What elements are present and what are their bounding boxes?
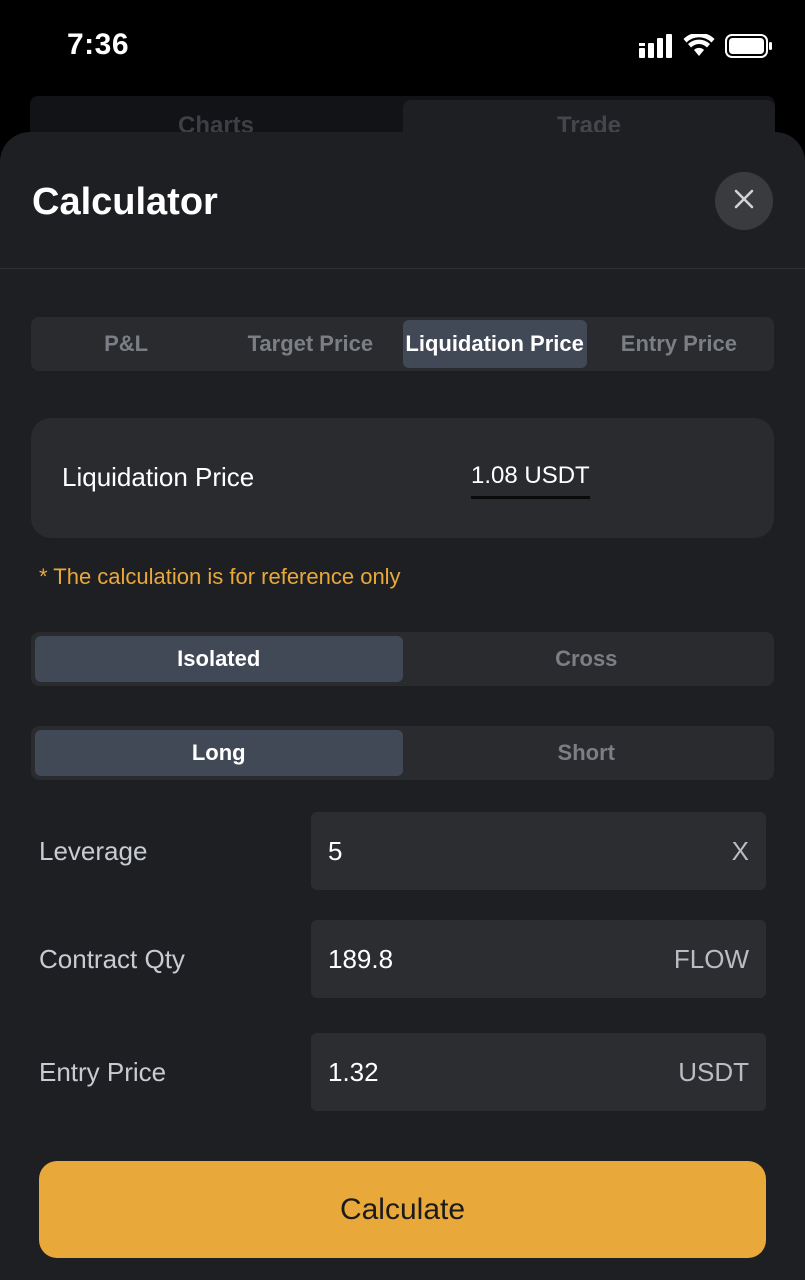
leverage-label: Leverage bbox=[39, 836, 148, 866]
contract-qty-label: Contract Qty bbox=[39, 944, 185, 974]
tab-pnl[interactable]: P&L bbox=[34, 320, 218, 368]
leverage-unit: X bbox=[731, 836, 749, 866]
entry-price-row: Entry Price USDT bbox=[39, 1033, 766, 1111]
leverage-row: Leverage X bbox=[39, 812, 766, 890]
margin-mode-toggle: Isolated Cross bbox=[31, 632, 774, 686]
tab-entry-price[interactable]: Entry Price bbox=[587, 320, 771, 368]
short-button[interactable]: Short bbox=[403, 730, 771, 776]
contract-qty-input[interactable] bbox=[328, 920, 628, 998]
calculator-mode-tabs: P&L Target Price Liquidation Price Entry… bbox=[31, 317, 774, 371]
leverage-input[interactable] bbox=[328, 812, 628, 890]
long-button[interactable]: Long bbox=[35, 730, 403, 776]
contract-qty-unit: FLOW bbox=[673, 944, 749, 974]
sheet-header: Calculator bbox=[0, 132, 805, 269]
status-bar: 7:36 bbox=[0, 0, 805, 92]
entry-price-field: USDT bbox=[311, 1033, 766, 1111]
leverage-field: X bbox=[311, 812, 766, 890]
result-card: Liquidation Price 1.08 USDT bbox=[31, 418, 774, 538]
status-icons bbox=[639, 32, 773, 63]
cross-button[interactable]: Cross bbox=[403, 636, 771, 682]
status-time: 7:36 bbox=[67, 28, 130, 61]
isolated-button[interactable]: Isolated bbox=[35, 636, 403, 682]
calculate-button[interactable]: Calculate bbox=[39, 1161, 766, 1258]
contract-qty-row: Contract Qty FLOW bbox=[39, 920, 766, 998]
entry-price-input[interactable] bbox=[328, 1033, 628, 1111]
position-side-toggle: Long Short bbox=[31, 726, 774, 780]
cellular-signal-icon bbox=[639, 33, 673, 63]
close-button[interactable] bbox=[715, 172, 773, 230]
contract-qty-field: FLOW bbox=[311, 920, 766, 998]
calculator-sheet: Calculator P&L Target Price Liquidation … bbox=[0, 132, 805, 1280]
calculator-title: Calculator bbox=[32, 181, 218, 223]
tab-target-price[interactable]: Target Price bbox=[218, 320, 402, 368]
tab-liquidation-price[interactable]: Liquidation Price bbox=[402, 320, 587, 368]
reference-note: * The calculation is for reference only bbox=[39, 564, 401, 589]
result-label: Liquidation Price bbox=[62, 462, 255, 492]
wifi-icon bbox=[683, 32, 715, 63]
result-value: 1.08 USDT bbox=[471, 462, 590, 499]
battery-icon bbox=[725, 33, 773, 63]
close-icon bbox=[734, 189, 754, 214]
entry-price-label: Entry Price bbox=[39, 1057, 167, 1087]
entry-price-unit: USDT bbox=[678, 1057, 749, 1087]
